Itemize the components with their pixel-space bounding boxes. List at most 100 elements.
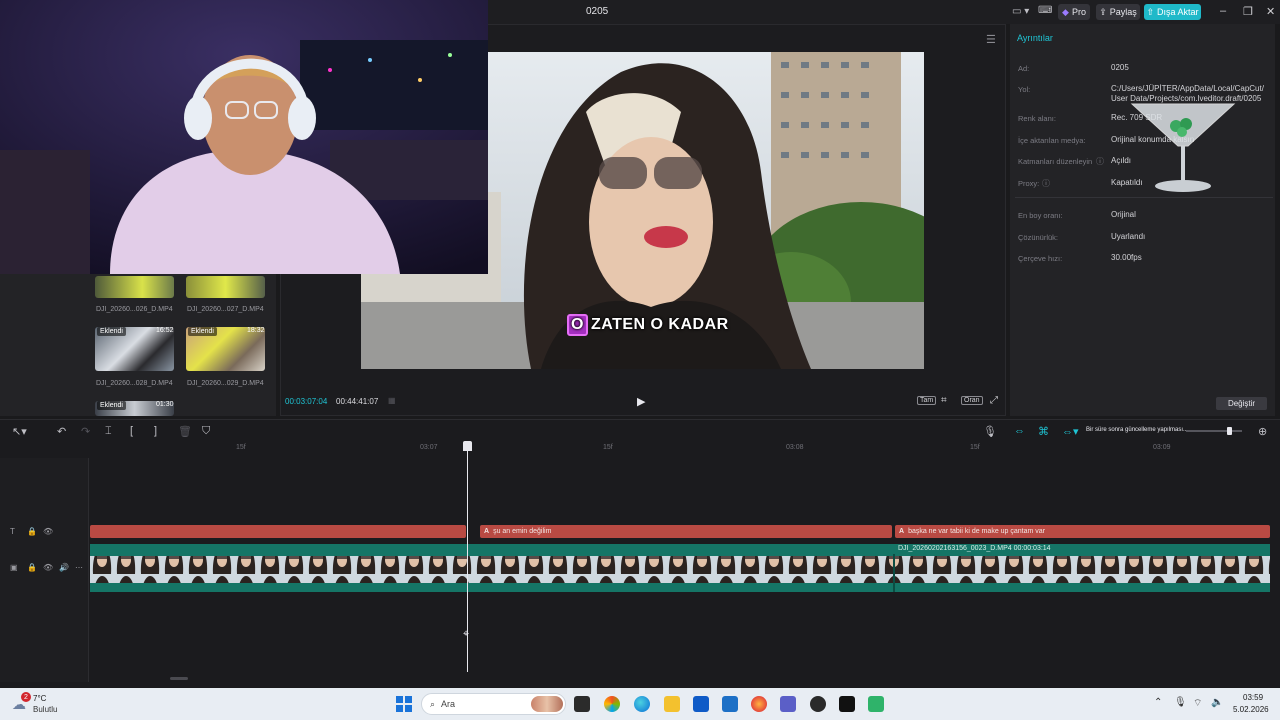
weather-temperature: 7°C	[33, 694, 47, 703]
text-clip-icon: A	[899, 528, 905, 535]
project-title: 0205	[586, 6, 609, 17]
detail-value: Orijinal	[1111, 210, 1136, 219]
media-clip-label: DJI_20260...027_D.MP4	[187, 306, 264, 313]
windows-start-icon[interactable]	[396, 696, 412, 712]
media-clip-label: DJI_20260...029_D.MP4	[187, 380, 264, 387]
delete-icon[interactable]: 🗑	[178, 425, 192, 438]
capcut-icon[interactable]	[839, 696, 855, 712]
microphone-icon[interactable]: 🎙	[983, 425, 997, 438]
lock-icon[interactable]: 🔒	[27, 527, 37, 536]
text-clip[interactable]: A şu an emin değilim	[480, 525, 892, 538]
ratio-button[interactable]: Oran	[961, 396, 983, 405]
added-badge: Eklendi	[188, 327, 217, 336]
task-view-icon[interactable]	[574, 696, 590, 712]
maximize-icon[interactable]: ❐	[1243, 5, 1253, 18]
speaker-icon[interactable]: 🔊	[59, 563, 69, 572]
copilot-icon[interactable]	[604, 696, 620, 712]
layout-icon[interactable]: ▭ ▾	[1012, 6, 1029, 17]
split-icon[interactable]: ⌶	[105, 425, 112, 438]
store-icon[interactable]	[693, 696, 709, 712]
video-track-icon: ▣	[10, 563, 18, 572]
webcam-overlay	[0, 0, 488, 274]
play-icon[interactable]: ▶	[637, 395, 645, 408]
media-clip-label: DJI_20260...026_D.MP4	[96, 306, 173, 313]
wifi-icon[interactable]: ⌔	[1193, 697, 1202, 710]
info-icon[interactable]: ⓘ	[1096, 156, 1104, 167]
clock-time[interactable]: 03:59	[1243, 693, 1263, 702]
text-clip-icon: A	[484, 528, 490, 535]
firefox-icon[interactable]	[751, 696, 767, 712]
detail-key: En boy oranı:	[1018, 211, 1063, 220]
export-button[interactable]: ⇧ Dışa Aktar	[1144, 4, 1201, 20]
clip-duration: 16:52	[156, 327, 174, 334]
redo-icon[interactable]: ↷	[81, 425, 90, 438]
tray-microphone-icon[interactable]: 🎙	[1174, 697, 1187, 708]
fullscreen-icon[interactable]: ⤢	[990, 395, 998, 406]
search-icon: ⌕	[430, 698, 436, 709]
tray-chevron-icon[interactable]: ⌃	[1154, 697, 1162, 708]
detail-key: Renk alanı:	[1018, 114, 1056, 123]
media-clip-thumbnail[interactable]	[186, 276, 265, 298]
notes-icon[interactable]	[868, 696, 884, 712]
text-track-icon: T	[10, 527, 15, 536]
info-icon[interactable]: ⓘ	[1042, 178, 1050, 189]
file-explorer-icon[interactable]	[664, 696, 680, 712]
martini-glass-sticker	[1130, 103, 1236, 192]
video-clip-label: DJI_20260202163156_0023_D.MP4 00:00:03:1…	[898, 545, 1051, 552]
zoom-slider[interactable]	[1186, 430, 1242, 432]
weather-description: Bulutlu	[33, 705, 58, 714]
subtitle-overlay[interactable]: O ZATEN O KADAR	[567, 314, 729, 336]
clock-date[interactable]: 5.02.2026	[1233, 705, 1269, 714]
ruler-label: 03:09	[1153, 444, 1171, 451]
volume-icon[interactable]: 🔈	[1211, 697, 1223, 708]
media-clip-thumbnail[interactable]	[95, 276, 174, 298]
pro-button[interactable]: ◆ Pro	[1058, 4, 1090, 20]
details-panel	[1010, 24, 1275, 416]
timeline-scrollbar[interactable]	[170, 677, 188, 680]
select-tool-icon[interactable]: ↖▾	[12, 425, 27, 438]
detail-value: Uyarlandı	[1111, 232, 1146, 241]
share-button[interactable]: ⇪ Paylaş	[1096, 4, 1140, 20]
player-menu-icon[interactable]: ☰	[986, 33, 996, 46]
media-clip-label: DJI_20260...028_D.MP4	[96, 380, 173, 387]
video-track-clip[interactable]	[90, 544, 1270, 592]
trim-left-icon[interactable]: [	[130, 425, 133, 437]
close-icon[interactable]: ✕	[1266, 5, 1275, 18]
trim-right-icon[interactable]: ]	[154, 425, 157, 437]
zoom-slider-handle[interactable]	[1227, 427, 1232, 435]
timecode-grid-icon[interactable]: ▦	[388, 396, 396, 405]
share-icon: ⇪	[1099, 6, 1107, 17]
obs-icon[interactable]	[810, 696, 826, 712]
minimize-icon[interactable]: –	[1220, 5, 1226, 17]
change-button[interactable]: Değiştir	[1216, 397, 1267, 410]
search-highlight-image	[531, 696, 563, 712]
lock-icon[interactable]: 🔒	[27, 563, 37, 572]
subtitle-highlight-word: O	[567, 314, 588, 336]
detail-value: 0205	[1111, 63, 1129, 72]
total-duration: 00:44:41:07	[336, 397, 379, 406]
clip-duration: 01:30	[156, 401, 174, 408]
text-clip[interactable]	[90, 525, 466, 538]
detail-value: 30.00fps	[1111, 253, 1142, 262]
eye-icon[interactable]: 👁	[43, 527, 53, 536]
ruler-label: 15f	[970, 444, 980, 451]
link-icon[interactable]: ⇔	[1014, 425, 1025, 437]
edge-icon[interactable]	[634, 696, 650, 712]
magnet-icon[interactable]: ⌘	[1038, 425, 1049, 438]
undo-icon[interactable]: ↶	[57, 425, 66, 438]
eye-icon[interactable]: 👁	[43, 563, 53, 572]
text-clip[interactable]: A başka ne var tabii ki de make up çanta…	[895, 525, 1270, 538]
detail-key: Katmanları düzenleyin	[1018, 157, 1093, 166]
detail-key: Proxy:	[1018, 179, 1040, 188]
teams-icon[interactable]	[780, 696, 796, 712]
more-icon[interactable]: ⋯	[75, 563, 83, 572]
outlook-icon[interactable]	[722, 696, 738, 712]
shortcut-icon[interactable]: ⌨	[1038, 5, 1052, 16]
shield-icon[interactable]: ⛉	[202, 425, 210, 438]
full-quality-button[interactable]: Tam	[917, 396, 937, 405]
snap-icon[interactable]: ⇔▾	[1062, 425, 1079, 438]
crop-icon[interactable]: ⌗	[941, 395, 947, 406]
detail-key: Ad:	[1018, 64, 1030, 73]
ruler-label: 03:08	[786, 444, 804, 451]
zoom-in-icon[interactable]: ⊕	[1258, 425, 1267, 438]
